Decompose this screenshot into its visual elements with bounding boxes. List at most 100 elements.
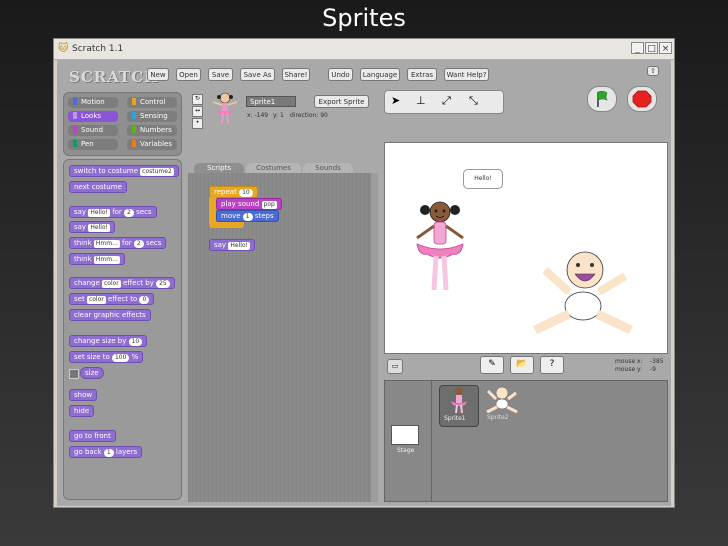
- open-button[interactable]: Open: [176, 68, 201, 81]
- play-sound-block[interactable]: play sound pop: [216, 198, 282, 210]
- paint-new-sprite-icon[interactable]: ✎: [480, 356, 504, 374]
- go-to-front-block[interactable]: go to front: [69, 430, 116, 442]
- category-sensing[interactable]: Sensing: [127, 111, 177, 122]
- surprise-sprite-icon[interactable]: ?: [540, 356, 564, 374]
- arrow-tool-icon[interactable]: ➤: [391, 94, 400, 107]
- sprite2-thumbnail[interactable]: Sprite2: [483, 385, 521, 425]
- shrink-tool-icon[interactable]: ⤡: [469, 94, 478, 108]
- stop-button[interactable]: [627, 86, 657, 112]
- think-for-secs-block[interactable]: think Hmm... for 2 secs: [69, 237, 167, 249]
- green-flag-button[interactable]: [587, 86, 617, 112]
- category-pen[interactable]: Pen: [68, 139, 118, 150]
- new-button[interactable]: New: [147, 68, 169, 81]
- number-input[interactable]: 2: [124, 209, 134, 217]
- mouse-y-value: -9: [650, 366, 656, 373]
- costume-dropdown[interactable]: costume2: [140, 168, 174, 176]
- save-button[interactable]: Save: [208, 68, 233, 81]
- undo-button[interactable]: Undo: [328, 68, 353, 81]
- sound-dropdown[interactable]: pop: [261, 201, 277, 209]
- sprite-name-field[interactable]: Sprite1: [246, 96, 296, 107]
- category-label: Sound: [81, 126, 104, 134]
- scripts-scrollbar[interactable]: [371, 173, 378, 502]
- number-input[interactable]: 10: [239, 189, 253, 197]
- next-costume-block[interactable]: next costume: [69, 181, 127, 193]
- change-effect-block[interactable]: change color effect by 25: [69, 277, 175, 289]
- stage-thumbnail[interactable]: [391, 425, 419, 445]
- save-as-button[interactable]: Save As: [240, 68, 275, 81]
- grow-tool-icon[interactable]: ⤢: [442, 94, 451, 108]
- sprite-x: x: -149: [247, 112, 269, 119]
- mouse-y-label: mouse y:: [615, 366, 643, 373]
- switch-to-costume-block[interactable]: switch to costume costume2: [69, 165, 179, 177]
- close-button[interactable]: ×: [659, 42, 672, 54]
- text-input[interactable]: Hmm...: [93, 240, 120, 248]
- number-input[interactable]: 10: [128, 338, 143, 346]
- category-label: Variables: [140, 140, 172, 148]
- looks-swatch-icon: [73, 112, 77, 119]
- number-input[interactable]: 0: [139, 296, 150, 304]
- flip-style-icon[interactable]: ↔: [192, 106, 203, 117]
- presentation-mode-icon[interactable]: ▭: [387, 359, 403, 374]
- text-input[interactable]: Hello!: [88, 224, 110, 232]
- number-input[interactable]: 2: [133, 240, 144, 248]
- clear-graphic-effects-block[interactable]: clear graphic effects: [69, 309, 151, 321]
- choose-sprite-from-file-icon[interactable]: 📂: [510, 356, 534, 374]
- export-sprite-button[interactable]: Export Sprite: [314, 95, 369, 108]
- stop-sign-icon: [632, 90, 652, 108]
- size-checkbox[interactable]: [69, 369, 79, 379]
- repeat-block-foot: [209, 222, 244, 228]
- effect-dropdown[interactable]: color: [102, 280, 121, 288]
- go-back-layers-block[interactable]: go back 1 layers: [69, 446, 143, 458]
- extras-button[interactable]: Extras: [407, 68, 437, 81]
- want-help-button[interactable]: Want Help?: [444, 68, 489, 81]
- think-block[interactable]: think Hmm...: [69, 253, 125, 265]
- size-reporter-block[interactable]: size: [80, 367, 104, 379]
- language-button[interactable]: Language: [360, 68, 400, 81]
- number-input[interactable]: 100: [111, 354, 130, 362]
- sprite-y: y: 1: [273, 112, 284, 119]
- category-looks[interactable]: Looks: [68, 111, 118, 122]
- stamp-tool-icon[interactable]: ⊥: [416, 94, 426, 107]
- scripts-area[interactable]: repeat 10 play sound pop move 1 steps sa…: [188, 173, 371, 502]
- maximize-button[interactable]: □: [645, 42, 658, 54]
- sprite2-label: Sprite2: [487, 414, 509, 421]
- say-script-block[interactable]: say Hello!: [209, 239, 255, 251]
- category-sound[interactable]: Sound: [68, 125, 118, 136]
- effect-dropdown[interactable]: color: [86, 296, 106, 304]
- repeat-block[interactable]: repeat 10: [209, 186, 258, 198]
- category-motion[interactable]: Motion: [68, 97, 118, 108]
- block-label: effect to: [107, 295, 138, 303]
- category-variables[interactable]: Variables: [127, 139, 177, 150]
- set-size-block[interactable]: set size to 100 %: [69, 351, 144, 363]
- green-flag-icon: [597, 90, 608, 107]
- collapse-icon[interactable]: ⇧: [647, 66, 659, 76]
- share-button[interactable]: Share!: [282, 68, 310, 81]
- ballerina-sprite[interactable]: [405, 198, 475, 298]
- category-label: Control: [140, 98, 166, 106]
- move-steps-block[interactable]: move 1 steps: [216, 210, 279, 222]
- text-input[interactable]: Hello!: [88, 209, 110, 217]
- block-label: repeat: [214, 188, 237, 196]
- category-numbers[interactable]: Numbers: [127, 125, 177, 136]
- scratch-app: SCRATCH New Open Save Save As Share! Und…: [57, 60, 671, 506]
- sprite1-thumbnail[interactable]: Sprite1: [439, 385, 479, 427]
- number-input[interactable]: 1: [242, 213, 253, 221]
- stage[interactable]: Hello!: [384, 142, 668, 354]
- number-input[interactable]: 1: [103, 449, 114, 457]
- hide-block[interactable]: hide: [69, 405, 95, 417]
- say-block[interactable]: say Hello!: [69, 221, 115, 233]
- say-for-secs-block[interactable]: say Hello! for 2 secs: [69, 206, 157, 218]
- number-input[interactable]: 25: [156, 280, 170, 288]
- category-panel: Motion Control Looks Sensing Sound Numbe…: [63, 92, 182, 156]
- repeat-script[interactable]: repeat 10 play sound pop move 1 steps: [209, 186, 282, 232]
- category-control[interactable]: Control: [127, 97, 177, 108]
- set-effect-block[interactable]: set color effect to 0: [69, 293, 155, 305]
- text-input[interactable]: Hello!: [228, 242, 250, 250]
- no-rotate-icon[interactable]: •: [192, 118, 203, 129]
- minimize-button[interactable]: _: [631, 42, 644, 54]
- text-input[interactable]: Hmm...: [93, 256, 120, 264]
- baby-sprite[interactable]: [525, 248, 640, 338]
- rotate-style-icon[interactable]: ↻: [192, 94, 203, 105]
- change-size-block[interactable]: change size by 10: [69, 335, 148, 347]
- show-block[interactable]: show: [69, 389, 98, 401]
